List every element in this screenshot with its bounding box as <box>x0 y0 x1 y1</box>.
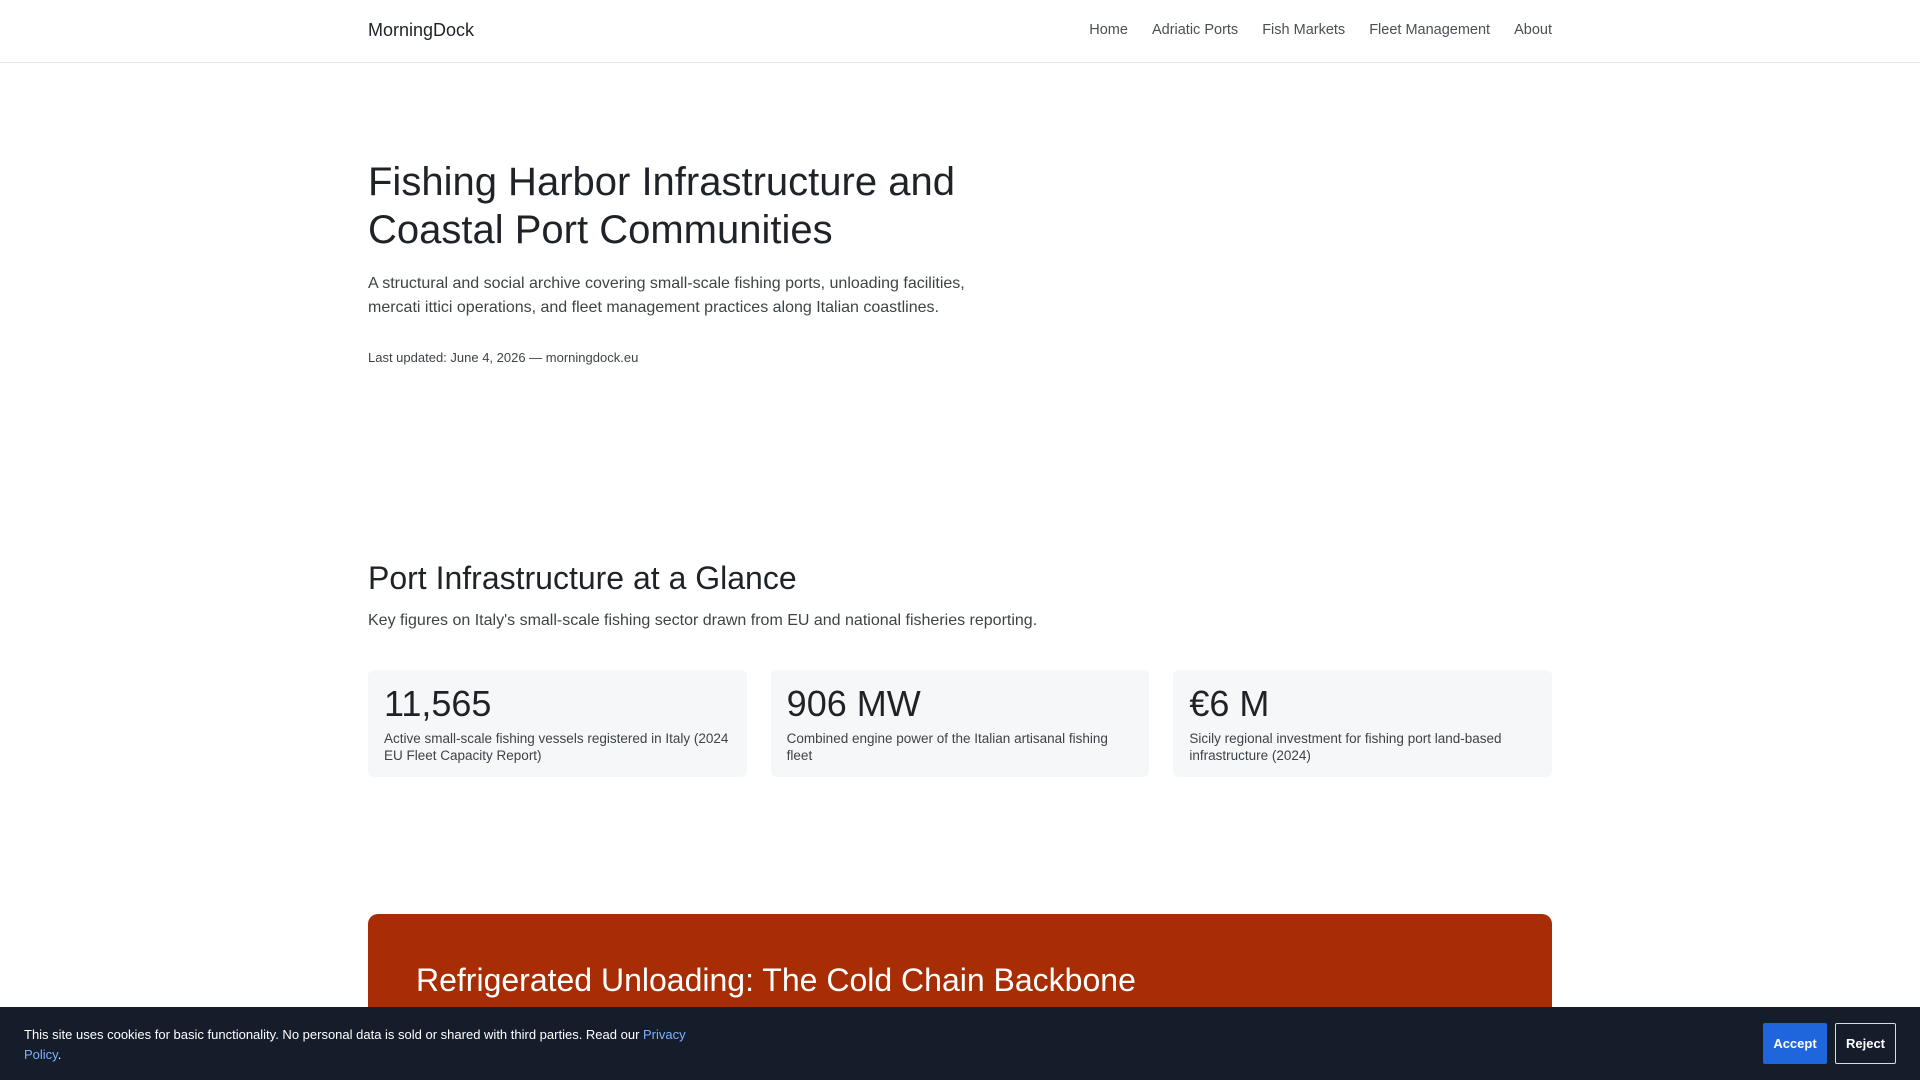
nav-home[interactable]: Home <box>1089 22 1128 38</box>
page-title: Fishing Harbor Infrastructure and Coasta… <box>368 160 955 252</box>
stat-value: €6 M <box>1189 683 1270 724</box>
nav-adriatic-ports[interactable]: Adriatic Ports <box>1152 22 1238 38</box>
glance-section: Port Infrastructure at a Glance Key figu… <box>368 558 1553 777</box>
stat-value: 906 MW <box>786 683 921 724</box>
nav-about[interactable]: About <box>1514 22 1552 38</box>
cookie-text: This site uses cookies for basic functio… <box>24 1025 724 1065</box>
stat-cards: 11,565 Active small-scale fishing vessel… <box>368 670 1553 777</box>
reject-cookies-button[interactable]: Reject <box>1835 1023 1896 1064</box>
stat-description: Combined engine power of the Italian art… <box>786 731 1108 763</box>
stat-description: Active small-scale fishing vessels regis… <box>384 731 729 763</box>
nav-fish-markets[interactable]: Fish Markets <box>1262 22 1345 38</box>
cookie-period: . <box>57 1047 62 1062</box>
stat-card-investment: €6 M Sicily regional investment for fish… <box>1173 670 1553 777</box>
nav-fleet-management[interactable]: Fleet Management <box>1369 22 1490 38</box>
stat-value: 11,565 <box>384 683 492 724</box>
cookie-banner: This site uses cookies for basic functio… <box>0 1007 1920 1080</box>
brand-logo-link[interactable]: MorningDock <box>368 20 474 41</box>
stat-card-vessels: 11,565 Active small-scale fishing vessel… <box>368 670 747 777</box>
top-navbar: MorningDock Home Adriatic Ports Fish Mar… <box>0 0 1920 63</box>
last-updated: Last updated: June 4, 2026 — morningdock… <box>368 350 639 365</box>
accept-cookies-button[interactable]: Accept <box>1763 1023 1827 1064</box>
cookie-message: This site uses cookies for basic functio… <box>24 1027 644 1042</box>
nav-links: Home Adriatic Ports Fish Markets Fleet M… <box>1089 22 1552 38</box>
hero-lead: A structural and social archive covering… <box>368 275 965 316</box>
stat-card-engine-power: 906 MW Combined engine power of the Ital… <box>770 670 1150 777</box>
feature-title: Refrigerated Unloading: The Cold Chain B… <box>416 962 1136 998</box>
glance-subtitle: Key figures on Italy's small-scale fishi… <box>368 612 1038 629</box>
stat-description: Sicily regional investment for fishing p… <box>1189 731 1502 763</box>
glance-title: Port Infrastructure at a Glance <box>368 560 797 596</box>
hero-section: Fishing Harbor Infrastructure and Coasta… <box>368 158 1008 365</box>
